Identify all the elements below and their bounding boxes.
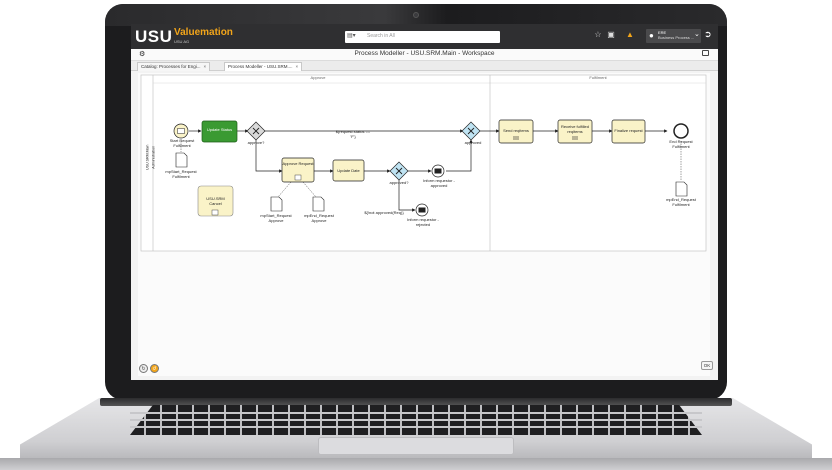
label-not-approved: ${!not approved(Req)} bbox=[364, 210, 404, 215]
phase-label-fulfilment: Fulfilment bbox=[589, 75, 607, 80]
label-data-end-approve: mpEnd_Request Approve bbox=[304, 213, 334, 223]
label-inform-approved: Inform requestor - approved bbox=[423, 178, 455, 188]
phase-label-approve: Approve bbox=[310, 75, 326, 80]
label-gw-approve: approve? bbox=[247, 140, 265, 145]
global-search[interactable]: ▤▾ Search in All bbox=[345, 31, 500, 43]
monitor-icon[interactable]: ▣ bbox=[605, 30, 617, 43]
label-approve-request: Approve Request bbox=[282, 161, 314, 166]
window-titlebar: ⚙ Process Modeller - USU.SRM.Main - Work… bbox=[131, 49, 718, 61]
chevron-down-icon[interactable]: ⌄ bbox=[694, 30, 700, 38]
label-update-date: Update Date bbox=[337, 168, 360, 173]
camera bbox=[413, 12, 419, 18]
tab-process-modeller[interactable]: Process Modeller - USU.SRM.... × bbox=[224, 62, 303, 71]
label-finalize-request: Finalize request bbox=[614, 128, 643, 133]
keyboard-row-gap bbox=[130, 419, 702, 421]
star-icon[interactable]: ☆ bbox=[593, 30, 603, 43]
label-gw-approved: approved? bbox=[389, 180, 409, 185]
user-menu[interactable]: ● ERE Business Process ... ⌄ bbox=[646, 29, 701, 43]
close-icon[interactable]: × bbox=[204, 64, 207, 69]
lane-label-admin: Administration bbox=[151, 145, 156, 169]
search-scope-icon[interactable]: ▤▾ bbox=[347, 32, 365, 42]
tab-label: Process Modeller - USU.SRM.... bbox=[228, 64, 293, 69]
lane-label-main: USU.SRM.Main bbox=[145, 144, 150, 170]
label-start-event: Start Request Fulfilment bbox=[169, 138, 195, 148]
app-screen: USU Valuemation USU AG ▤▾ Search in All … bbox=[131, 24, 718, 380]
label-send-reqitems: Send reqitems bbox=[503, 128, 529, 133]
laptop-photo: USU Valuemation USU AG ▤▾ Search in All … bbox=[0, 0, 832, 470]
usu-logo: USU bbox=[135, 27, 173, 46]
end-event bbox=[673, 123, 689, 139]
label-gw-join: approved bbox=[464, 140, 482, 145]
ok-button[interactable]: OK bbox=[701, 361, 713, 370]
trackpad bbox=[318, 437, 514, 455]
process-canvas[interactable]: USU.SRM.Main Administration Approve Fulf… bbox=[138, 73, 710, 376]
window-title: Process Modeller - USU.SRM.Main - Worksp… bbox=[354, 50, 495, 57]
label-data-start: mpStart_Request Fulfilment bbox=[165, 169, 197, 179]
label-data-start-approve: mpStart_Request Approve bbox=[260, 213, 292, 223]
keyboard-row-gap bbox=[130, 426, 702, 428]
label-inform-rejected: Inform requestor - rejected bbox=[407, 217, 439, 227]
keyboard-row-gap bbox=[130, 412, 702, 414]
laptop-hinge bbox=[100, 398, 732, 406]
label-request-status: ${request.status == 'F'} bbox=[335, 129, 371, 139]
history-icon[interactable]: ↺ bbox=[150, 364, 159, 373]
user-role: Business Process ... bbox=[658, 35, 695, 40]
app-header: USU Valuemation USU AG ▤▾ Search in All … bbox=[131, 24, 718, 49]
label-update-status: Update Status bbox=[206, 127, 233, 132]
tab-bar: Catalog: Processes for Engi... × Process … bbox=[131, 61, 718, 71]
maximize-icon[interactable] bbox=[702, 50, 709, 56]
brand-name: Valuemation bbox=[174, 27, 233, 38]
laptop-front-edge bbox=[0, 458, 832, 470]
label-end-event: End Request Fulfilment bbox=[669, 139, 693, 149]
notification-icon[interactable]: ▲ bbox=[624, 30, 636, 43]
logout-icon[interactable]: ➲ bbox=[704, 29, 712, 40]
label-cancel: USU.SRM Cancel bbox=[206, 196, 225, 206]
tab-label: Catalog: Processes for Engi... bbox=[141, 64, 201, 69]
label-receive-reqitems: Receive fulfilled reqitems bbox=[560, 124, 589, 134]
brand-subtitle: USU AG bbox=[174, 39, 190, 44]
close-icon[interactable]: × bbox=[296, 64, 299, 69]
user-avatar-icon: ● bbox=[649, 31, 654, 40]
label-data-end: mpEnd_Request Fulfilment bbox=[666, 197, 696, 207]
search-input[interactable]: Search in All bbox=[367, 33, 395, 39]
tab-catalog[interactable]: Catalog: Processes for Engi... × bbox=[137, 62, 211, 71]
refresh-icon[interactable]: ↻ bbox=[139, 364, 148, 373]
